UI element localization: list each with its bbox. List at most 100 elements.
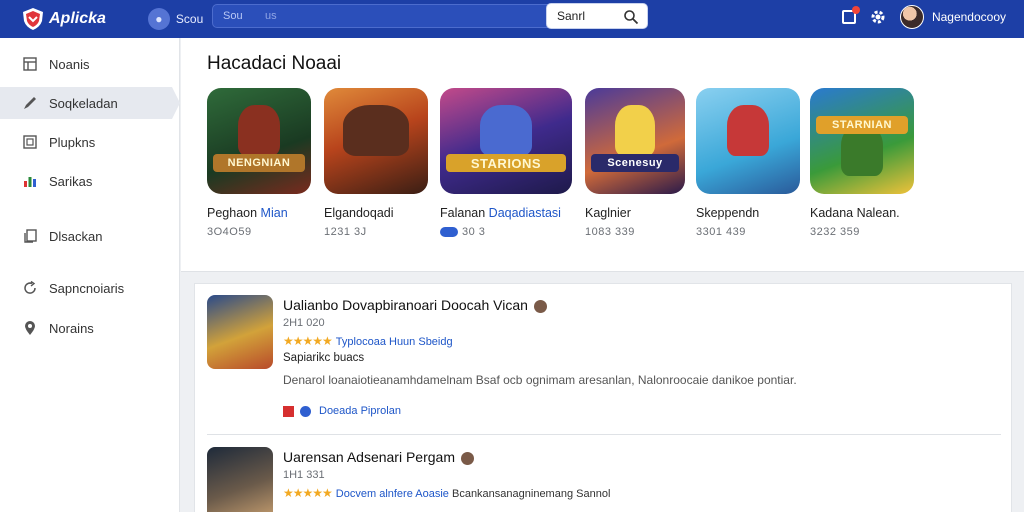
publisher-row[interactable]: Doeada Piprolan xyxy=(283,405,401,417)
app-banner: NENGNIAN xyxy=(213,154,305,172)
app-icon[interactable]: NENGNIAN xyxy=(207,88,311,194)
notification-dot xyxy=(851,6,860,14)
gear-icon[interactable] xyxy=(870,9,886,25)
grid-icon xyxy=(22,134,38,150)
app-name[interactable]: Falanan Daqadiastasi xyxy=(440,206,570,220)
search-hint-secondary: us xyxy=(265,10,277,22)
app-name[interactable]: Skeppendn xyxy=(696,206,826,220)
app-meta: 3O4O59 xyxy=(207,226,252,238)
top-navigation-bar: Aplicka ● Scou Sou us Nagendocooy xyxy=(0,0,1024,38)
app-name: Aplicka xyxy=(49,10,106,27)
featured-section: Hacadaci Noaai NENGNIAN Peghaon Mian 3O4… xyxy=(181,38,1024,272)
character-figure xyxy=(727,104,769,156)
sidebar-item-label: Plupkns xyxy=(49,134,96,150)
home-icon xyxy=(22,56,38,72)
globe-icon xyxy=(300,405,311,417)
character-figure xyxy=(342,104,410,156)
app-icon[interactable]: Scenesuy xyxy=(585,88,685,194)
app-name[interactable]: Elgandoqadi xyxy=(324,206,454,220)
scope-selector[interactable]: ● Scou xyxy=(147,8,204,30)
sidebar-item-label: Soqkeladan xyxy=(49,95,118,111)
sidebar-item-noanis[interactable]: Noanis xyxy=(0,48,180,80)
sidebar-item-norains[interactable]: Norains xyxy=(0,312,180,344)
app-banner: STARIONS xyxy=(446,154,566,172)
list-item-description: Denarol loanaiotieanamhdamelnam Bsaf ocb… xyxy=(283,373,797,387)
sidebar-item-plupkns[interactable]: Plupkns xyxy=(0,126,180,158)
developer-link[interactable]: Docvem alnfere Aoasie xyxy=(336,488,449,500)
sidebar-item-soqkeladan[interactable]: Soqkeladan xyxy=(0,87,180,119)
sidebar-item-sapncnoiaris[interactable]: Sapncnoiaris xyxy=(0,272,180,304)
app-title: Falanan xyxy=(440,206,486,220)
sidebar-item-label: Dlsackan xyxy=(49,228,103,244)
app-meta: 1231 3J xyxy=(324,226,367,238)
character-figure xyxy=(238,104,280,156)
app-name-link[interactable]: Daqadiastasi xyxy=(489,206,561,220)
list-item-subtitle: 1H1 331 xyxy=(283,469,325,481)
character-figure xyxy=(479,104,533,156)
publisher-link[interactable]: Doeada Piprolan xyxy=(319,405,401,417)
avatar[interactable] xyxy=(899,5,924,29)
verified-icon xyxy=(533,299,547,313)
scope-label: Scou xyxy=(175,12,204,26)
copy-icon xyxy=(22,228,38,244)
app-banner: Scenesuy xyxy=(591,154,679,172)
app-title: Peghaon xyxy=(207,206,258,220)
refresh-icon xyxy=(22,280,38,296)
user-circle-icon: ● xyxy=(147,8,170,30)
app-card[interactable]: Elgandoqadi 1231 3J xyxy=(324,88,454,238)
chart-icon xyxy=(22,173,38,189)
app-banner: STARNIAN xyxy=(816,116,908,134)
search-field[interactable] xyxy=(546,3,648,29)
sidebar-item-label: Sarikas xyxy=(49,173,93,189)
rating-row: ★★★★★ Docvem alnfere Aoasie Bcankansanagn… xyxy=(283,486,610,500)
app-icon[interactable]: STARNIAN xyxy=(810,88,914,194)
app-name[interactable]: Kadana Nalean. xyxy=(810,206,940,220)
app-meta-value: 30 3 xyxy=(462,226,486,238)
developer-link[interactable]: Typlocoaa Huun Sbeidg xyxy=(336,336,453,348)
star-rating-icon: ★★★★★ xyxy=(283,334,333,348)
app-card[interactable]: Skeppendn 3301 439 xyxy=(696,88,826,238)
sidebar: Noanis Soqkeladan Plupkns Sarikas Dlsack… xyxy=(0,38,180,512)
section-title: Hacadaci Noaai xyxy=(207,53,342,74)
sidebar-item-label: Sapncnoiaris xyxy=(49,280,125,296)
app-meta: 3232 359 xyxy=(810,226,860,238)
badge-icon xyxy=(440,227,458,238)
list-item-title[interactable]: Ualianbo Dovapbiranoari Doocah Vican xyxy=(283,297,547,313)
app-icon[interactable] xyxy=(696,88,800,194)
app-icon[interactable]: STARIONS xyxy=(440,88,572,194)
list-item-title[interactable]: Uarensan Adsenari Pergam xyxy=(283,449,474,465)
app-icon[interactable] xyxy=(324,88,428,194)
app-card[interactable]: STARIONS Falanan Daqadiastasi 30 3 xyxy=(440,88,572,238)
character-figure xyxy=(615,104,655,156)
search-input[interactable] xyxy=(557,9,619,23)
flag-icon xyxy=(283,405,294,417)
app-name[interactable]: Peghaon Mian xyxy=(207,206,337,220)
username[interactable]: Nagendocooy xyxy=(932,10,1006,24)
verified-icon xyxy=(461,451,474,465)
list-item-category: Sapiarikc buacs xyxy=(283,352,365,364)
sidebar-item-dlsackan[interactable]: Dlsackan xyxy=(0,220,180,252)
app-name-link[interactable]: Mian xyxy=(261,206,288,220)
sidebar-item-label: Noanis xyxy=(49,56,90,72)
shield-logo-icon xyxy=(23,8,43,30)
app-meta: 3301 439 xyxy=(696,226,746,238)
pin-icon xyxy=(22,320,38,336)
app-logo[interactable]: Aplicka xyxy=(20,6,106,32)
search-hint: Sou xyxy=(223,10,243,22)
app-card[interactable]: NENGNIAN Peghaon Mian 3O4O59 xyxy=(207,88,337,238)
app-thumbnail[interactable] xyxy=(207,295,273,369)
star-rating-icon: ★★★★★ xyxy=(283,486,333,500)
divider xyxy=(207,434,1001,435)
app-meta: 30 3 xyxy=(440,226,570,238)
sidebar-item-sarikas[interactable]: Sarikas xyxy=(0,165,180,197)
app-list-panel: Ualianbo Dovapbiranoari Doocah Vican 2H1… xyxy=(194,283,1012,512)
notification-icon[interactable] xyxy=(841,6,860,24)
rating-row: ★★★★★ Typlocoaa Huun Sbeidg xyxy=(283,334,453,348)
list-item-title-text: Uarensan Adsenari Pergam xyxy=(283,449,455,465)
list-item-title-text: Ualianbo Dovapbiranoari Doocah Vican xyxy=(283,297,528,313)
search-icon[interactable] xyxy=(623,9,639,25)
pen-icon xyxy=(22,95,38,111)
app-card[interactable]: STARNIAN Kadana Nalean. 3232 359 xyxy=(810,88,940,238)
sidebar-item-label: Norains xyxy=(49,320,94,336)
app-thumbnail[interactable] xyxy=(207,447,273,512)
